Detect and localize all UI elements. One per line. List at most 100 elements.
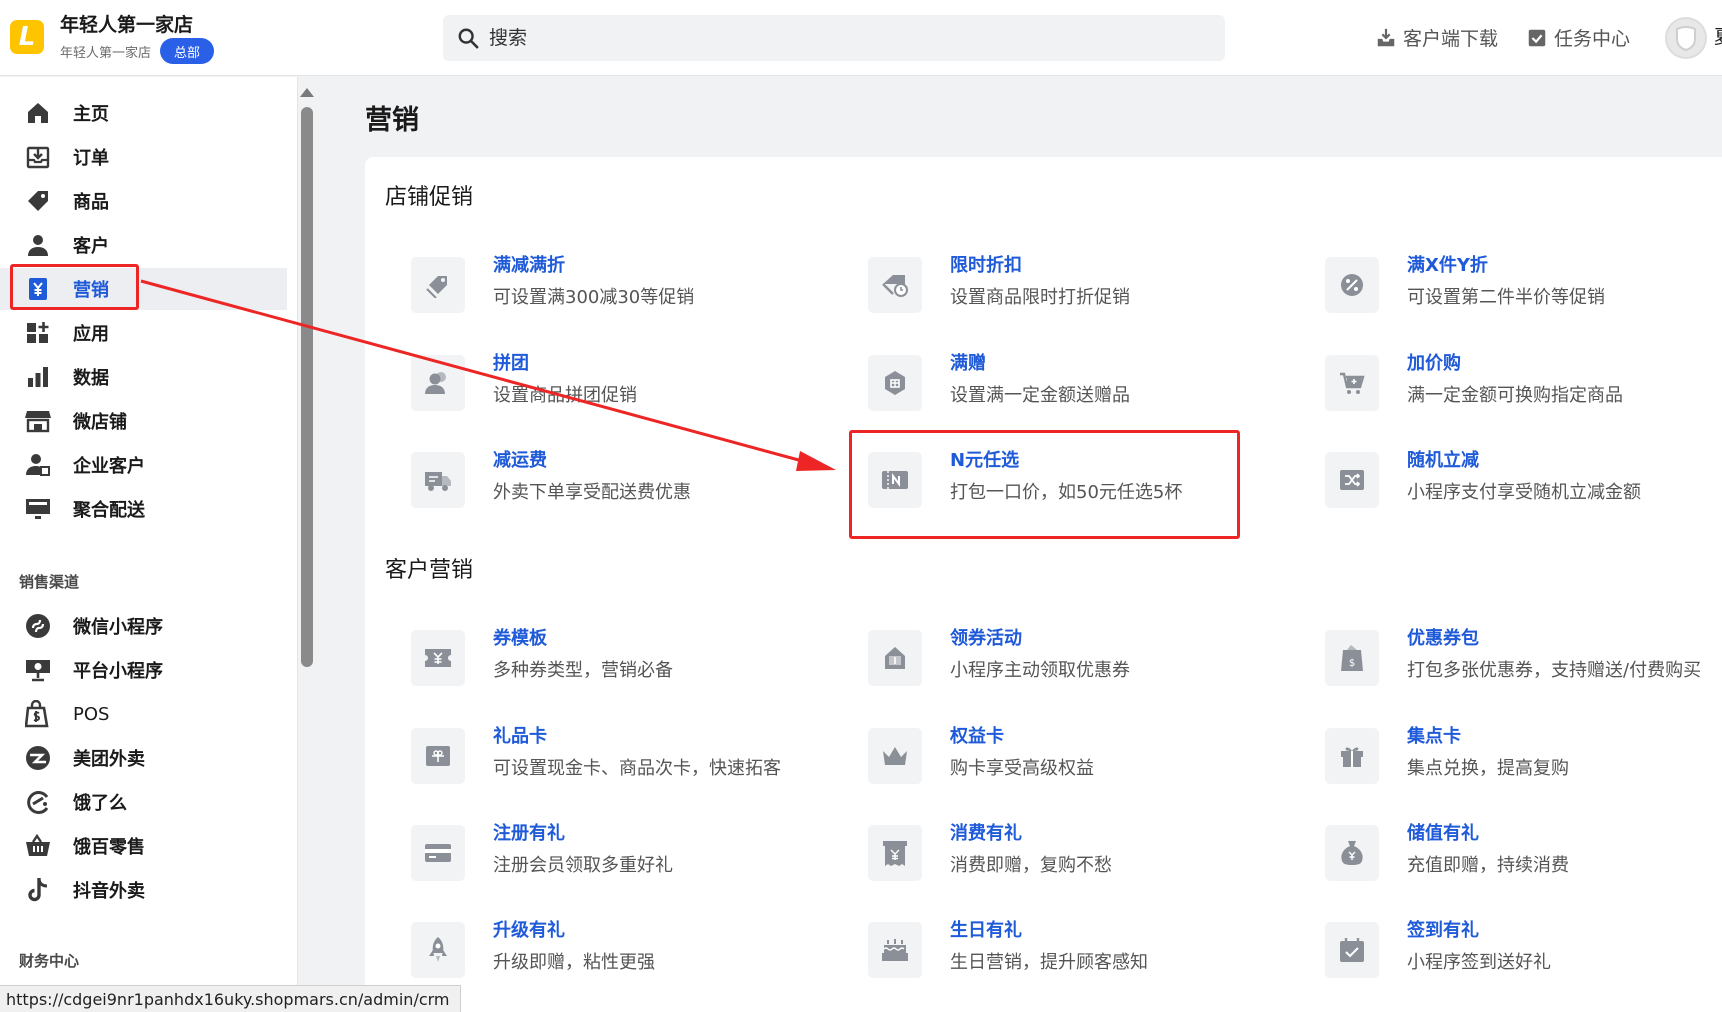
tool-name: 签到有礼 [1407, 920, 1479, 941]
tool-name: 注册有礼 [493, 823, 565, 844]
tool-desc: 设置商品拼团促销 [493, 385, 637, 406]
tool-name: 随机立减 [1407, 450, 1479, 471]
tool-coupon-claim[interactable]: 领券活动 小程序主动领取优惠券 [868, 624, 1318, 694]
card-icon [411, 825, 465, 881]
money-bag-icon [1325, 825, 1379, 881]
order-icon [24, 143, 52, 171]
gift-card-icon [411, 728, 465, 784]
tool-desc: 可设置现金卡、商品次卡，快速拓客 [493, 758, 781, 779]
receipt-icon [868, 825, 922, 881]
tool-gift-card[interactable]: 礼品卡 可设置现金卡、商品次卡，快速拓客 [411, 722, 861, 792]
sidebar-item-products[interactable]: 商品 [0, 180, 287, 222]
timer-tag-icon [868, 257, 922, 313]
section-title-finance: 财务中心 [19, 952, 80, 970]
group-title-store-promotion: 店铺促销 [385, 185, 474, 210]
enterprise-user-icon [24, 451, 52, 479]
tool-stamp-card[interactable]: 集点卡 集点兑换，提高复购 [1325, 722, 1722, 792]
sidebar-item-label: 数据 [73, 368, 109, 389]
apps-icon [24, 319, 52, 347]
svg-text:$: $ [1349, 658, 1355, 669]
mini-program-icon [24, 612, 52, 640]
task-check-icon [1526, 27, 1554, 49]
store-icon [24, 407, 52, 435]
scroll-up-arrow-icon[interactable] [300, 88, 314, 97]
tag-icon [24, 187, 52, 215]
tool-shipping-discount[interactable]: 减运费 外卖下单享受配送费优惠 [411, 446, 861, 516]
task-center-button[interactable]: 任务中心 [1526, 24, 1630, 51]
crown-icon [868, 728, 922, 784]
percent-icon [1325, 257, 1379, 313]
coupon-bag-icon [868, 630, 922, 686]
tool-upgrade-gift[interactable]: 升级有礼 升级即赠，粘性更强 [411, 916, 861, 986]
sidebar-item-enterprise[interactable]: 企业客户 [0, 444, 287, 486]
tool-name: 拼团 [493, 353, 529, 374]
scrollbar-thumb[interactable] [301, 107, 313, 667]
sidebar-item-label: 应用 [73, 324, 109, 345]
tool-name: 满X件Y折 [1407, 255, 1488, 276]
task-center-label: 任务中心 [1554, 28, 1631, 50]
tool-coupon-template[interactable]: 券模板 多种券类型，营销必备 [411, 624, 861, 694]
sidebar-item-label: 微店铺 [73, 412, 127, 433]
sidebar-scrollbar[interactable] [300, 88, 314, 668]
tool-name: 消费有礼 [950, 823, 1022, 844]
sidebar-item-douyin[interactable]: 抖音外卖 [0, 869, 287, 911]
sidebar-item-store[interactable]: 微店铺 [0, 400, 287, 442]
tool-gift-with-purchase[interactable]: 满赠 设置满一定金额送赠品 [868, 349, 1318, 419]
tool-full-reduction[interactable]: 满减满折 可设置满300减30等促销 [411, 251, 861, 321]
tool-desc: 小程序签到送好礼 [1407, 952, 1551, 973]
tool-desc: 充值即赠，持续消费 [1407, 855, 1569, 876]
app-logo[interactable]: L [10, 20, 44, 54]
tool-register-gift[interactable]: 注册有礼 注册会员领取多重好礼 [411, 819, 861, 889]
sidebar-item-home[interactable]: 主页 [0, 92, 287, 134]
tool-name: 限时折扣 [950, 255, 1022, 276]
store-name[interactable]: 年轻人第一家店 [60, 10, 193, 37]
tool-birthday-gift[interactable]: 生日有礼 生日营销，提升顾客感知 [868, 916, 1318, 986]
sidebar-item-label: 商品 [73, 192, 109, 213]
sidebar-item-label: POS [73, 703, 110, 725]
username-truncated[interactable]: 夏 [1714, 22, 1722, 49]
download-icon [1375, 27, 1403, 49]
coupon-icon [411, 630, 465, 686]
tool-desc: 注册会员领取多重好礼 [493, 855, 673, 876]
tool-x-items-y-discount[interactable]: 满X件Y折 可设置第二件半价等促销 [1325, 251, 1722, 321]
store-subtitle: 年轻人第一家店 [60, 46, 152, 61]
tool-coupon-pack[interactable]: $ 优惠券包 打包多张优惠券，支持赠送/付费购买 [1325, 624, 1722, 694]
sidebar-item-eleme[interactable]: 饿了么 [0, 781, 287, 823]
tool-random-discount[interactable]: 随机立减 小程序支付享受随机立减金额 [1325, 446, 1722, 516]
monitor-icon [24, 495, 52, 523]
search-box[interactable] [443, 15, 1225, 61]
sidebar-item-wechat-mini-program[interactable]: 微信小程序 [0, 605, 287, 647]
gift-box-icon [1325, 728, 1379, 784]
tool-purchase-gift[interactable]: 消费有礼 消费即赠，复购不愁 [868, 819, 1318, 889]
sidebar-item-delivery[interactable]: 聚合配送 [0, 488, 287, 530]
sidebar-item-data[interactable]: 数据 [0, 356, 287, 398]
tool-add-on-purchase[interactable]: 加价购 满一定金额可换购指定商品 [1325, 349, 1722, 419]
tool-checkin-gift[interactable]: 签到有礼 小程序签到送好礼 [1325, 916, 1722, 986]
tool-limited-discount[interactable]: 限时折扣 设置商品限时打折促销 [868, 251, 1318, 321]
tool-group-buy[interactable]: 拼团 设置商品拼团促销 [411, 349, 861, 419]
sidebar-item-orders[interactable]: 订单 [0, 136, 287, 178]
tool-desc: 升级即赠，粘性更强 [493, 952, 655, 973]
page-title: 营销 [365, 105, 419, 136]
tool-name: 减运费 [493, 450, 547, 471]
section-title-sales-channels: 销售渠道 [19, 573, 80, 591]
tool-name: 储值有礼 [1407, 823, 1479, 844]
tool-desc: 设置满一定金额送赠品 [950, 385, 1130, 406]
sidebar-item-pos[interactable]: POS [0, 693, 287, 735]
user-icon [24, 231, 52, 259]
tool-stored-value-gift[interactable]: 储值有礼 充值即赠，持续消费 [1325, 819, 1722, 889]
highlight-marketing-nav [10, 264, 139, 310]
tool-membership-card[interactable]: 权益卡 购卡享受高级权益 [868, 722, 1318, 792]
sidebar-item-ebai-retail[interactable]: 饿百零售 [0, 825, 287, 867]
client-download-button[interactable]: 客户端下载 [1375, 24, 1498, 51]
sidebar-item-meituan[interactable]: 美团外卖 [0, 737, 287, 779]
sidebar-item-platform-mini-program[interactable]: 平台小程序 [0, 649, 287, 691]
sidebar-item-customers[interactable]: 客户 [0, 224, 287, 266]
meituan-icon [24, 744, 52, 772]
search-icon [457, 27, 479, 49]
search-input[interactable] [489, 27, 1189, 49]
coupon-pack-icon: $ [1325, 630, 1379, 686]
sidebar-item-apps[interactable]: 应用 [0, 312, 287, 354]
home-icon [24, 99, 52, 127]
user-avatar[interactable] [1665, 17, 1707, 59]
